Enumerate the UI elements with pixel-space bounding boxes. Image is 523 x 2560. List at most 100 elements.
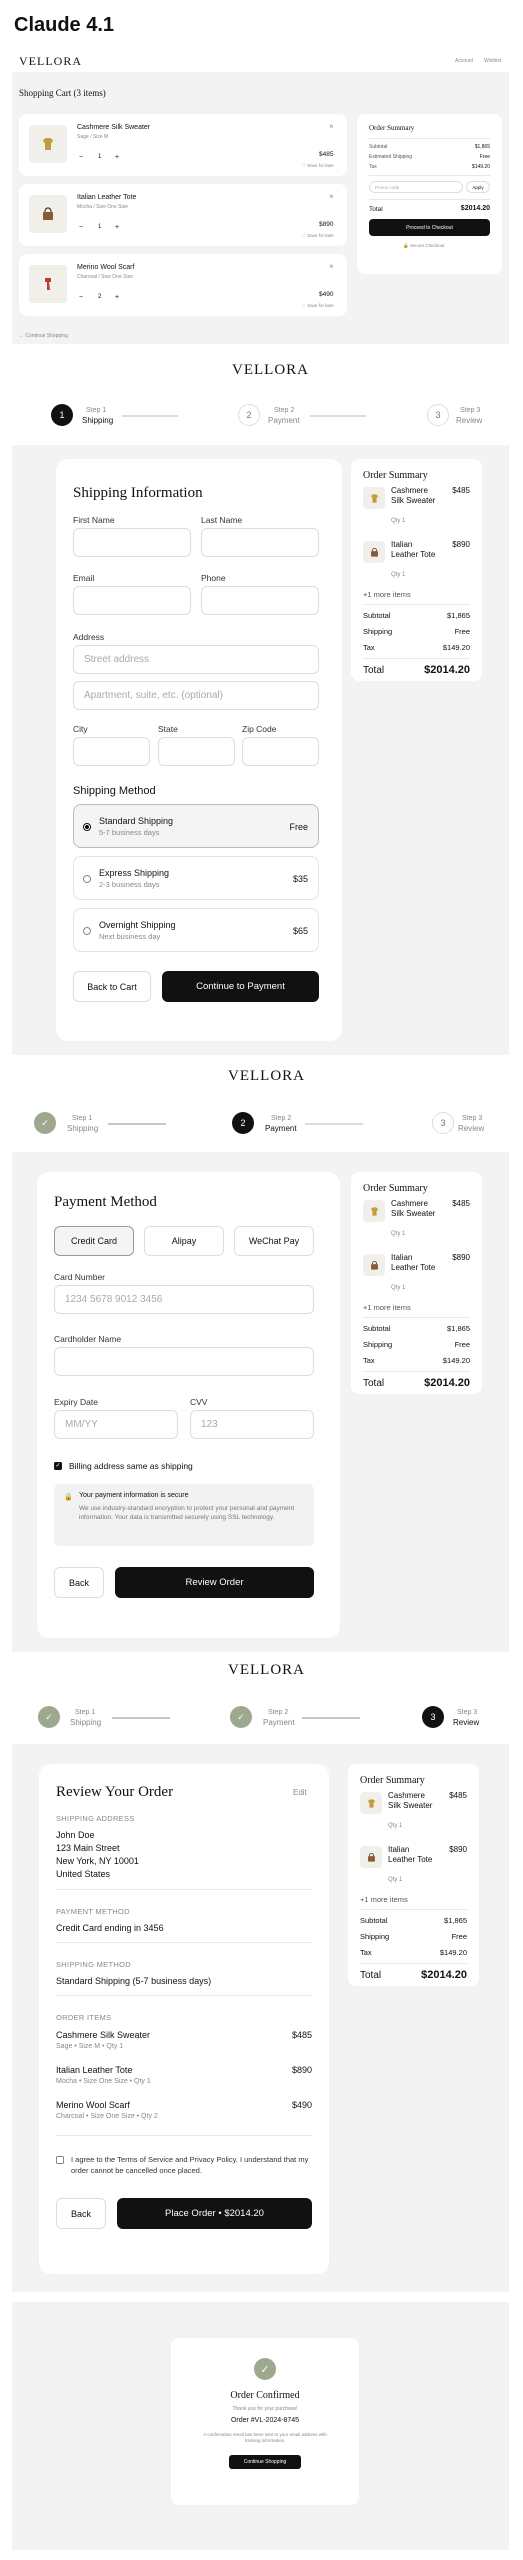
email-input[interactable] [73,586,191,615]
shipping-label: Shipping [363,627,393,636]
first-name-label: First Name [73,515,115,525]
first-name-input[interactable] [73,528,191,557]
card-number-input[interactable]: 1234 5678 9012 3456 [54,1285,314,1314]
brand-logo[interactable]: VELLORA [228,1662,305,1679]
last-name-input[interactable] [201,528,319,557]
back-button[interactable]: Back [54,1567,104,1598]
order-summary-panel: Order Summary Cashmere Silk Sweater Qty … [348,1764,479,1986]
summary-item-name: Italian Leather Tote [388,1845,433,1864]
sweater-thumbnail [29,125,67,163]
save-for-later-link[interactable]: ♡ Save for later [302,233,334,239]
more-items-label: +1 more items [363,590,411,599]
continue-to-payment-button[interactable]: Continue to Payment [162,971,319,1002]
step-1-complete-indicator: ✓ [38,1706,60,1728]
phone-input[interactable] [201,586,319,615]
summary-item-price: $485 [452,486,470,495]
state-input[interactable] [158,737,235,766]
tote-icon [370,547,378,557]
qty-plus-button[interactable]: + [115,224,119,231]
tab-alipay[interactable]: Alipay [144,1226,224,1256]
billing-same-checkbox[interactable]: ✓ [54,1462,62,1470]
divider [360,1963,467,1964]
tote-thumbnail [29,195,67,233]
review-item-name: Merino Wool Scarf [56,2100,130,2110]
tab-wechat-pay[interactable]: WeChat Pay [234,1226,314,1256]
brand-logo[interactable]: VELLORA [232,362,309,379]
summary-item-qty: Qty 1 [391,518,406,524]
save-for-later-link[interactable]: ♡ Save for later [302,163,334,169]
shipping-form-card: Shipping Information First Name Last Nam… [56,459,342,1041]
apply-promo-button[interactable]: Apply [466,181,490,193]
qty-minus-button[interactable]: − [79,154,83,161]
cart-item-price: $890 [319,221,334,228]
qty-value[interactable]: 2 [98,294,101,300]
sweater-icon [43,138,53,150]
qty-value[interactable]: 1 [98,224,101,230]
option-time: 5-7 business days [99,828,160,837]
street-address-input[interactable]: Street address [73,645,319,674]
back-to-cart-button[interactable]: Back to Cart [73,971,151,1002]
cart-item-name: Italian Leather Tote [77,194,137,201]
back-button[interactable]: Back [56,2198,106,2229]
city-label: City [73,724,88,734]
cart-title: Shopping Cart (3 items) [19,88,106,98]
tax-value: $149.20 [442,643,470,652]
summary-item-name: Cashmere Silk Sweater [391,1199,436,1218]
tab-credit-card[interactable]: Credit Card [54,1226,134,1256]
step-connector [108,1123,166,1125]
tax-label: Tax [363,1356,375,1365]
tax-label: Tax [363,643,375,652]
account-link[interactable]: Account [455,58,473,64]
payment-title: Payment Method [54,1194,157,1210]
shipping-address-heading: SHIPPING ADDRESS [56,1814,135,1823]
step-3-label: Step 3 [462,1115,483,1122]
place-order-button[interactable]: Place Order • $2014.20 [117,2198,312,2229]
step-1-name: Shipping [70,1718,102,1727]
promo-code-input[interactable]: Promo code [369,181,463,193]
expiry-input[interactable]: MM/YY [54,1410,178,1439]
order-number: Order #VL-2024-8745 [230,2417,300,2424]
shipping-method-heading: SHIPPING METHOD [56,1960,131,1969]
divider [369,138,490,139]
apartment-input[interactable]: Apartment, suite, etc. (optional) [73,681,319,710]
qty-plus-button[interactable]: + [115,294,119,301]
step-3-label: Step 3 [457,1709,478,1716]
cardholder-input[interactable] [54,1347,314,1376]
edit-link[interactable]: Edit [293,1788,307,1797]
shipping-option-overnight[interactable]: Overnight Shipping Next business day $65 [73,908,319,952]
tax-value: $149.20 [442,1356,470,1365]
brand-logo[interactable]: VELLORA [228,1068,305,1085]
wishlist-link[interactable]: Wishlist [484,58,501,64]
continue-shopping-button[interactable]: Continue Shopping [229,2455,301,2469]
review-item-price: $490 [291,2100,312,2110]
brand-logo[interactable]: VELLORA [19,54,82,69]
shipping-option-express[interactable]: Express Shipping 2-3 business days $35 [73,856,319,900]
step-connector [122,415,178,417]
qty-plus-button[interactable]: + [115,154,119,161]
qty-minus-button[interactable]: − [79,294,83,301]
shipping-value: Free [454,1340,470,1349]
summary-item-price: $485 [452,1199,470,1208]
shipping-option-standard[interactable]: Standard Shipping 5-7 business days Free [73,804,319,848]
proceed-to-checkout-button[interactable]: Proceed to Checkout [369,219,490,236]
city-input[interactable] [73,737,150,766]
step-1-indicator: 1 [51,404,73,426]
terms-checkbox[interactable] [56,2156,64,2164]
cvv-input[interactable]: 123 [190,1410,314,1439]
qty-minus-button[interactable]: − [79,224,83,231]
radio-selected-icon [83,823,91,831]
continue-shopping-link[interactable]: ← Continue Shopping [19,333,68,339]
zip-input[interactable] [242,737,319,766]
cart-section: Shopping Cart (3 items) Cashmere Silk Sw… [12,72,509,344]
remove-icon[interactable]: × [329,262,334,271]
review-order-button[interactable]: Review Order [115,1567,314,1598]
zip-label: Zip Code [242,724,277,734]
remove-icon[interactable]: × [329,192,334,201]
summary-item-qty: Qty 1 [388,1823,403,1829]
subtotal-label: Subtotal [363,611,391,620]
save-for-later-link[interactable]: ♡ Save for later [302,303,334,309]
tote-thumbnail [363,541,385,563]
remove-icon[interactable]: × [329,122,334,131]
divider [369,199,490,200]
qty-value[interactable]: 1 [98,154,101,160]
